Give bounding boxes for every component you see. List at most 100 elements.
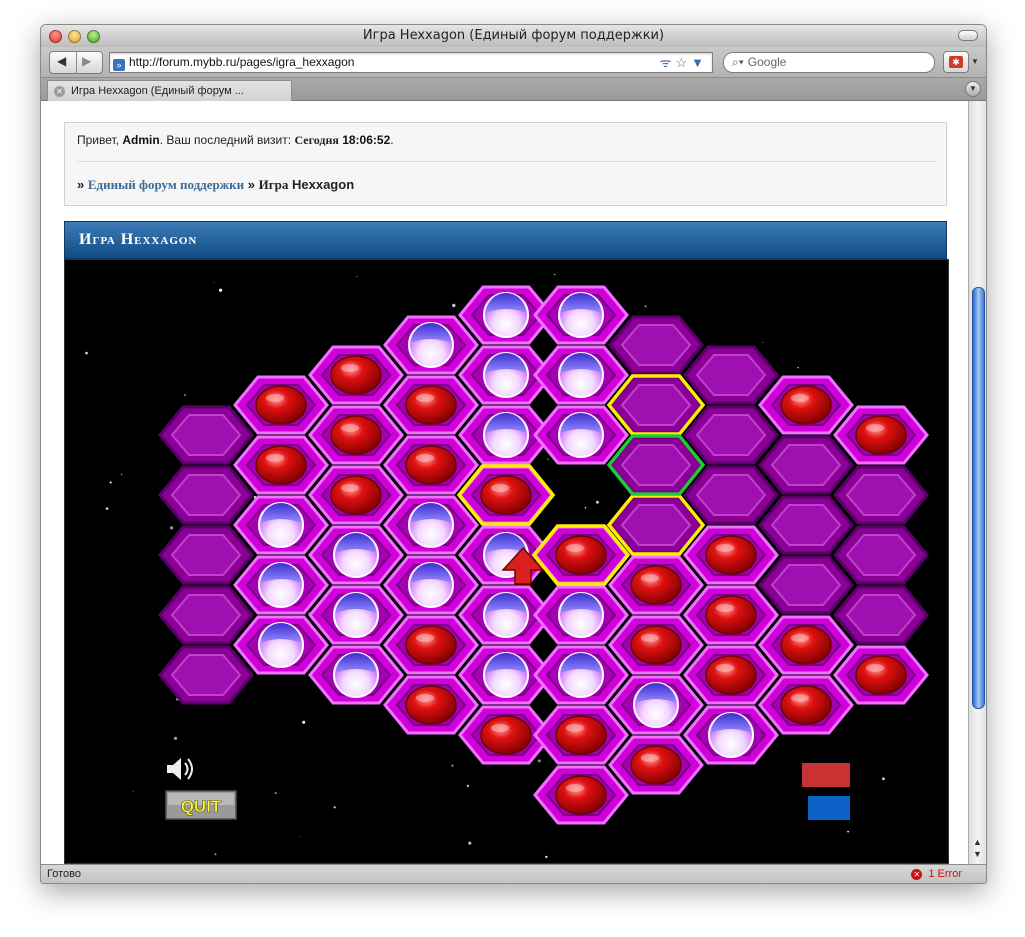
hex-cell[interactable] (833, 585, 929, 645)
hex-cell[interactable] (683, 465, 779, 525)
hex-cell[interactable] (158, 585, 254, 645)
star (545, 855, 548, 859)
red-gem-piece[interactable] (780, 385, 832, 425)
hex-cell[interactable] (758, 555, 854, 615)
red-gem-piece[interactable] (630, 565, 682, 605)
search-box[interactable]: ⌕▾ Google (723, 52, 935, 73)
zoom-window-button[interactable] (87, 30, 100, 43)
red-gem-piece[interactable] (555, 775, 607, 815)
red-gem-piece[interactable] (705, 655, 757, 695)
hex-cell[interactable] (158, 645, 254, 705)
address-bar-icons: ᯤ☆▼ (660, 53, 708, 72)
red-gem-piece[interactable] (405, 385, 457, 425)
breadcrumb-home-link[interactable]: Единый форум поддержки (88, 177, 244, 192)
blue-pearl-piece[interactable] (483, 292, 529, 338)
username[interactable]: Admin (122, 133, 159, 147)
vertical-scrollbar[interactable]: ▲ ▼ (968, 101, 986, 864)
blue-pearl-piece[interactable] (483, 412, 529, 458)
speaker-icon[interactable] (167, 758, 193, 780)
star (120, 473, 123, 476)
tab-list-menu-icon[interactable]: ▼ (965, 81, 981, 97)
address-text: http://forum.mybb.ru/pages/igra_hexxagon (129, 55, 355, 69)
close-window-button[interactable] (49, 30, 62, 43)
red-gem-piece[interactable] (405, 685, 457, 725)
blue-pearl-piece[interactable] (258, 502, 304, 548)
hex-cell[interactable] (608, 315, 704, 375)
breadcrumb-separator: » (77, 177, 85, 192)
blue-pearl-piece[interactable] (633, 682, 679, 728)
blue-pearl-piece[interactable] (258, 562, 304, 608)
red-gem-piece[interactable] (705, 535, 757, 575)
blue-pearl-piece[interactable] (483, 652, 529, 698)
red-gem-piece[interactable] (330, 415, 382, 455)
red-gem-piece[interactable] (330, 475, 382, 515)
red-gem-piece[interactable] (480, 475, 532, 515)
red-gem-piece[interactable] (780, 625, 832, 665)
blue-pearl-piece[interactable] (558, 352, 604, 398)
red-gem-piece[interactable] (630, 625, 682, 665)
blue-pearl-piece[interactable] (408, 562, 454, 608)
hex-cell[interactable] (758, 495, 854, 555)
red-gem-piece[interactable] (780, 685, 832, 725)
address-bar[interactable]: » http://forum.mybb.ru/pages/igra_hexxago… (109, 52, 713, 73)
blue-pearl-piece[interactable] (558, 412, 604, 458)
rss-icon[interactable]: ᯤ (660, 55, 676, 70)
red-gem-piece[interactable] (855, 415, 907, 455)
back-button[interactable]: ◀ (57, 54, 66, 68)
red-gem-piece[interactable] (405, 445, 457, 485)
blue-pearl-piece[interactable] (483, 592, 529, 638)
game-board[interactable]: QUIT (65, 260, 948, 863)
red-gem-piece[interactable] (855, 655, 907, 695)
hex-cells[interactable] (158, 285, 929, 825)
forward-button[interactable]: ▶ (82, 54, 91, 68)
red-gem-piece[interactable] (480, 715, 532, 755)
minimize-window-button[interactable] (68, 30, 81, 43)
red-gem-piece[interactable] (330, 355, 382, 395)
blue-pearl-piece[interactable] (483, 352, 529, 398)
scrollbar-thumb[interactable] (972, 287, 985, 709)
blue-pearl-piece[interactable] (408, 502, 454, 548)
error-indicator[interactable]: ✕ 1 Error (911, 865, 962, 883)
red-gem-piece[interactable] (255, 445, 307, 485)
tab-hexxagon[interactable]: ✕ Игра Hexxagon (Единый форум ... (47, 80, 292, 101)
addon-menu-arrow-icon[interactable]: ▼ (971, 57, 979, 66)
blue-pearl-piece[interactable] (333, 652, 379, 698)
red-gem-piece[interactable] (555, 535, 607, 575)
hex-cell[interactable] (683, 405, 779, 465)
addon-button[interactable]: ✱ (943, 51, 969, 73)
blue-pearl-piece[interactable] (708, 712, 754, 758)
hexxagon-game-area[interactable]: QUIT (64, 259, 949, 864)
hex-cell[interactable] (158, 465, 254, 525)
blue-pearl-piece[interactable] (408, 322, 454, 368)
star (105, 507, 109, 510)
star (584, 506, 587, 509)
red-gem-piece[interactable] (705, 595, 757, 635)
dropdown-arrow-icon[interactable]: ▼ (691, 55, 708, 70)
bookmark-star-icon[interactable]: ☆ (675, 55, 691, 70)
blue-pearl-piece[interactable] (258, 622, 304, 668)
hex-cell[interactable] (158, 525, 254, 585)
red-gem-piece[interactable] (255, 385, 307, 425)
star (274, 792, 277, 795)
blue-pearl-piece[interactable] (558, 652, 604, 698)
blue-pearl-piece[interactable] (333, 532, 379, 578)
star (553, 273, 556, 276)
blue-pearl-piece[interactable] (558, 292, 604, 338)
hex-cell[interactable] (158, 405, 254, 465)
page-content: Привет, Admin. Ваш последний визит: Сего… (41, 101, 968, 864)
close-tab-icon[interactable]: ✕ (54, 86, 65, 97)
scroll-arrows[interactable]: ▲ ▼ (973, 836, 982, 860)
blue-pearl-piece[interactable] (558, 592, 604, 638)
divider (77, 161, 937, 162)
blue-pearl-piece[interactable] (333, 592, 379, 638)
red-gem-piece[interactable] (405, 625, 457, 665)
hex-cell[interactable] (833, 525, 929, 585)
red-gem-piece[interactable] (555, 715, 607, 755)
hex-cell[interactable] (683, 345, 779, 405)
hex-cell[interactable] (833, 465, 929, 525)
star (882, 777, 885, 781)
quit-button[interactable]: QUIT (165, 790, 237, 820)
red-gem-piece[interactable] (630, 745, 682, 785)
toolbar-toggle-button[interactable] (958, 30, 978, 41)
hex-cell[interactable] (758, 435, 854, 495)
